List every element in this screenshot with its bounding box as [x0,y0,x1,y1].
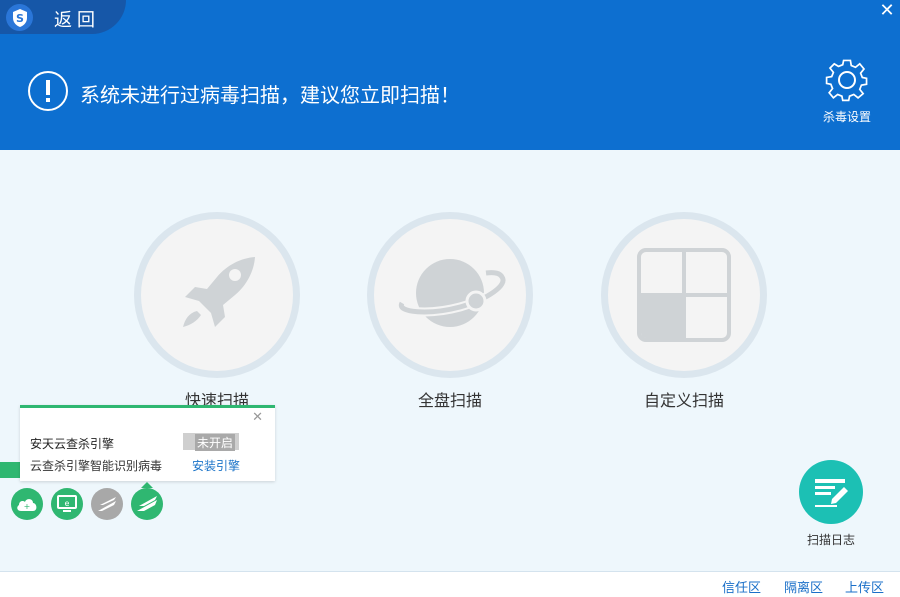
quick-scan-button[interactable]: 快速扫描 [134,212,300,412]
shield-logo-icon: S [6,4,33,31]
upload-zone-link[interactable]: 上传区 [845,577,884,596]
back-label: 返回 [54,10,100,31]
cloud-icon: + [17,499,37,511]
full-scan-ring [367,212,533,378]
svg-text:e: e [65,499,70,508]
scan-log-button[interactable] [799,460,863,524]
quick-scan-ring [134,212,300,378]
alert-message: 系统未进行过病毒扫描，建议您立即扫描！ [80,83,460,107]
gear-icon [825,59,868,102]
engine-panel-strip [0,462,20,478]
back-button[interactable]: S 返回 [0,0,126,34]
engine-title: 安天云查杀引擎 [30,437,115,451]
rocket-icon [183,257,255,327]
custom-scan-ring [601,212,767,378]
planet-icon [396,259,508,327]
svg-text:S: S [16,12,24,25]
trust-zone-link[interactable]: 信任区 [722,577,761,596]
wing-icon [98,497,116,511]
engine-popup: ✕ 安天云查杀引擎 未开启 云查杀引擎智能识别病毒 安装引擎 [20,405,275,481]
antiy-engine-button[interactable] [131,488,163,520]
custom-scan-button[interactable]: 自定义扫描 [601,212,767,412]
custom-scan-label: 自定义扫描 [643,391,724,410]
warning-icon [28,71,68,111]
cloud-engine-button[interactable]: + [11,488,43,520]
quarantine-zone-link[interactable]: 隔离区 [784,577,823,596]
monitor-icon: e [57,495,77,512]
close-icon[interactable]: ✕ [878,2,896,20]
full-scan-button[interactable]: 全盘扫描 [367,212,533,412]
engine-three-button[interactable] [91,488,123,520]
full-scan-label: 全盘扫描 [417,391,482,410]
eagle-icon [137,496,157,511]
header-banner: S 返回 ✕ 系统未进行过病毒扫描，建议您立即扫描！ 杀毒设置 [0,0,900,150]
settings-label: 杀毒设置 [822,110,871,124]
footer-bar: 信任区 隔离区 上传区 [0,572,900,597]
popup-close-icon[interactable]: ✕ [252,410,263,425]
install-engine-link[interactable]: 安装引擎 [192,457,240,474]
grid-icon [637,248,731,342]
log-edit-icon [815,479,848,507]
web-engine-button[interactable]: e [51,488,83,520]
engine-status-label: 未开启 [195,434,236,451]
engine-status-toggle[interactable]: 未开启 [183,433,239,451]
svg-text:+: + [24,502,31,511]
engine-description: 云查杀引擎智能识别病毒 [30,459,163,473]
scan-log-label: 扫描日志 [806,533,855,547]
antivirus-settings-button[interactable]: 杀毒设置 [816,56,878,126]
